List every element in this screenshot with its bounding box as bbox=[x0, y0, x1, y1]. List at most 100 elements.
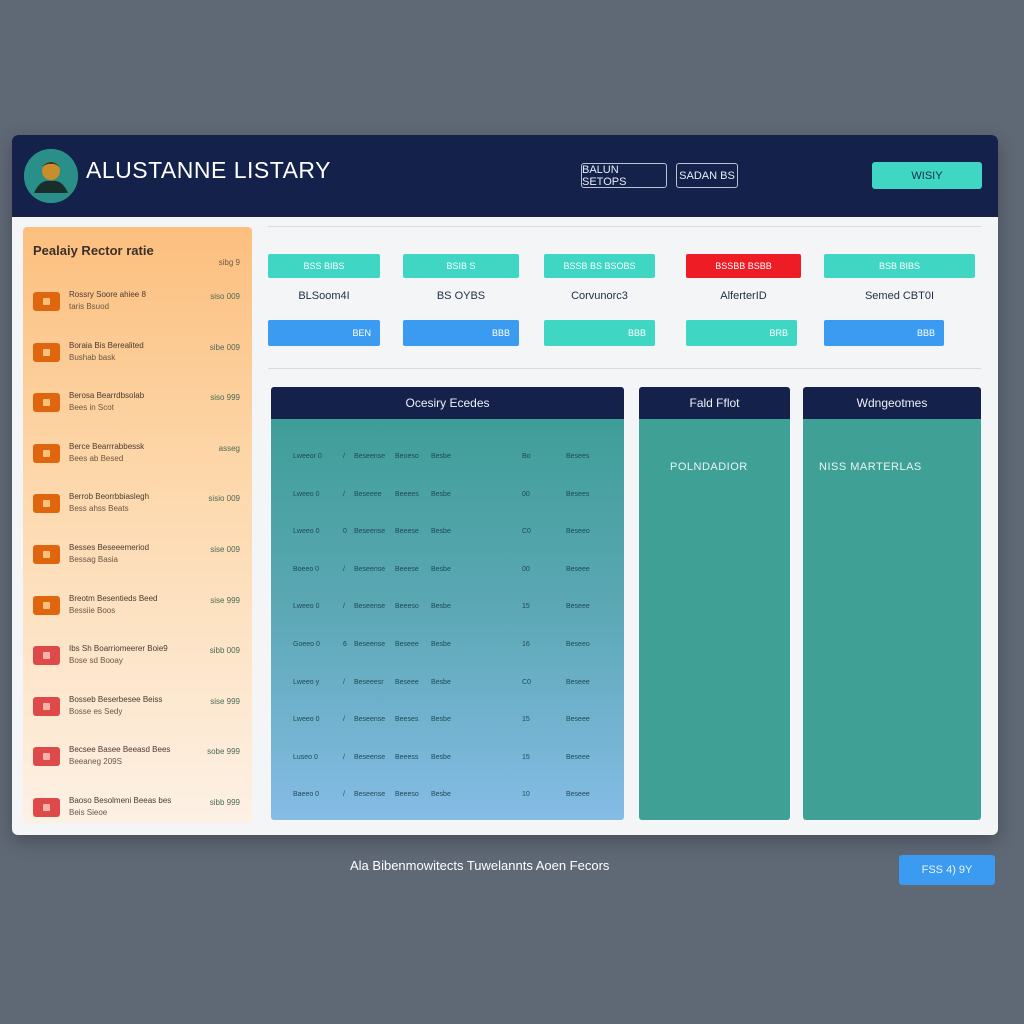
sidebar-item[interactable]: Berosa Bearrdbsolab Bees in Scot siso 999 bbox=[23, 391, 252, 427]
metric-label: Corvunorc3 bbox=[571, 290, 628, 302]
table-cell: / bbox=[343, 603, 345, 611]
table-cell: Beseee bbox=[566, 603, 590, 611]
table-cell: Besbe bbox=[431, 753, 451, 761]
header-cta-button[interactable]: WISIY bbox=[872, 162, 982, 189]
widgets-panel-title: Wdngeotmes bbox=[803, 387, 981, 419]
sidebar-item-value: sibe 009 bbox=[209, 342, 240, 352]
table-cell: Lweeo 0 bbox=[293, 528, 320, 536]
header-button-2[interactable]: SADAN BS bbox=[676, 163, 738, 188]
table-cell: Beseee bbox=[566, 791, 590, 799]
profile-panel-body: POLNDADIOR bbox=[639, 419, 790, 820]
table-cell: Lweeor 0 bbox=[293, 453, 322, 460]
table-cell: / bbox=[343, 678, 345, 686]
sidebar-item[interactable]: Berce Bearrrabbessk Bees ab Besed asseg bbox=[23, 442, 252, 478]
table-cell: / bbox=[343, 791, 345, 799]
document-icon bbox=[33, 747, 60, 767]
avatar[interactable] bbox=[24, 149, 78, 203]
sidebar-item-subtitle: Beeaneg 209S bbox=[69, 757, 122, 767]
metric-label: AlferterID bbox=[720, 290, 767, 302]
table-cell: 15 bbox=[522, 603, 530, 611]
sidebar-item-subtitle: Bess ahss Beats bbox=[69, 504, 129, 514]
table-cell: Beseee bbox=[566, 678, 590, 686]
table-cell: Besbe bbox=[431, 490, 451, 498]
sidebar-item-title: Boraia Bis Berealited bbox=[69, 340, 144, 350]
metric-label: BLSoom4I bbox=[298, 290, 350, 302]
metric-top-button[interactable]: BSIB S bbox=[403, 254, 519, 278]
metric-bottom-button[interactable]: BEN bbox=[268, 320, 380, 346]
app-window: ALUSTANNE LISTARY BALUN SETOPS SADAN BS … bbox=[12, 135, 998, 835]
table-cell: / bbox=[343, 753, 345, 761]
table-cell: Lweeo 0 bbox=[293, 490, 320, 498]
table-cell: 10 bbox=[522, 791, 530, 799]
table-cell: Besbe bbox=[431, 528, 451, 536]
history-panel: Ocesiry Ecedes Lweeor 0 / Beseense Beoeso Be… bbox=[271, 387, 624, 820]
sidebar-subtitle: sibg 9 bbox=[218, 258, 240, 267]
table-row[interactable]: Lweeo 0 0 Beseense Beeese Besbe C0 Beseeo bbox=[271, 528, 624, 542]
sidebar-item-value: sise 999 bbox=[210, 696, 240, 706]
table-row[interactable]: Lweeo 0 / Beseeee Beeees Besbe 00 Besees bbox=[271, 491, 624, 505]
metric-bottom-button[interactable]: BBB bbox=[403, 320, 519, 346]
table-cell: Beseense bbox=[354, 791, 386, 799]
sidebar-item-value: sisio 009 bbox=[208, 494, 240, 504]
table-row[interactable]: Lweeo 0 / Beseense Beeses Besbe 15 Beseee bbox=[271, 716, 624, 730]
table-cell: 0 bbox=[343, 528, 347, 536]
sidebar: Pealaiy Rector ratie sibg 9 Rossry Soore… bbox=[23, 227, 252, 823]
table-cell: Lweeo 0 bbox=[293, 716, 320, 724]
sidebar-item-value: sobe 999 bbox=[207, 747, 240, 757]
footer-button[interactable]: FSS 4) 9Y bbox=[899, 855, 995, 885]
sidebar-item[interactable]: Ibs Sh Boarriomeerer Boie9 Bose sd Booay s… bbox=[23, 644, 252, 680]
table-row[interactable]: Goeeo 0 6 Beseense Beseee Besbe 16 Beseeo bbox=[271, 641, 624, 655]
metric-bottom-button[interactable]: BBB bbox=[824, 320, 944, 346]
metric-bottom-button[interactable]: BBB bbox=[544, 320, 655, 346]
sidebar-item-value: asseg bbox=[218, 443, 240, 453]
sidebar-item-value: siso 999 bbox=[210, 393, 240, 403]
profile-panel: Fald Fflot POLNDADIOR bbox=[639, 387, 790, 820]
sidebar-item[interactable]: Becsee Basee Beeasd Bees Beeaneg 209S sobe… bbox=[23, 745, 252, 781]
table-cell: 00 bbox=[522, 565, 530, 573]
table-cell: Beeess bbox=[395, 753, 419, 761]
table-cell: Besbe bbox=[431, 453, 451, 460]
widgets-panel-text: NISS MARTERLAS bbox=[819, 461, 922, 473]
table-cell: 15 bbox=[522, 716, 530, 724]
app-header: ALUSTANNE LISTARY BALUN SETOPS SADAN BS … bbox=[12, 135, 998, 217]
sidebar-item-title: Breotm Besentieds Beed bbox=[69, 593, 158, 603]
table-cell: C0 bbox=[522, 528, 531, 536]
table-row[interactable]: Baeeo 0 / Beseense Beeeso Besbe 10 Beseee bbox=[271, 791, 624, 805]
table-row[interactable]: Luseo 0 / Beseense Beeess Besbe 15 Beseee bbox=[271, 754, 624, 768]
profile-panel-title: Fald Fflot bbox=[639, 387, 790, 419]
header-button-1[interactable]: BALUN SETOPS bbox=[581, 163, 667, 188]
sidebar-item[interactable]: Baoso Besolmeni Beeas bes Beis Sieoe sibb … bbox=[23, 796, 252, 832]
sidebar-item-subtitle: Bose sd Booay bbox=[69, 656, 123, 666]
sidebar-item-title: Bosseb Beserbesee Beiss bbox=[69, 694, 163, 704]
metric-top-button[interactable]: BSS BIBS bbox=[268, 254, 380, 278]
metric-label: Semed CBT0I bbox=[864, 290, 935, 302]
sidebar-item[interactable]: Bosseb Beserbesee Beiss Bosse es Sedy sise… bbox=[23, 695, 252, 731]
sidebar-item[interactable]: Boraia Bis Berealited Bushab bask sibe 009 bbox=[23, 341, 252, 377]
table-row[interactable]: Lweeo y / Beseeesr Beseee Besbe C0 Beseee bbox=[271, 679, 624, 693]
sidebar-item-title: Becsee Basee Beeasd Bees bbox=[69, 745, 171, 755]
sidebar-item-title: Ibs Sh Boarriomeerer Boie9 bbox=[69, 644, 168, 654]
metric-top-button[interactable]: BSSB BS BSOBS bbox=[544, 254, 655, 278]
document-icon bbox=[33, 393, 60, 413]
table-cell: Beseee bbox=[395, 678, 419, 686]
sidebar-item-value: siso 009 bbox=[210, 292, 240, 301]
sidebar-item[interactable]: Berrob Beorrbbiaslegh Bess ahss Beats sisi… bbox=[23, 492, 252, 528]
table-cell: Beseense bbox=[354, 641, 386, 648]
table-cell: Beseeee bbox=[354, 490, 382, 498]
metric-top-button[interactable]: BSB BIBS bbox=[824, 254, 975, 278]
metric-top-button[interactable]: BSSBB BSBB bbox=[686, 254, 801, 278]
table-cell: Beseee bbox=[566, 716, 590, 724]
sidebar-item[interactable]: Breotm Besentieds Beed Bessiie Boos sise 9… bbox=[23, 594, 252, 630]
sidebar-item[interactable]: Rossry Soore ahiee 8 taris Bsuod siso 009 bbox=[23, 290, 252, 326]
sidebar-title: Pealaiy Rector ratie bbox=[33, 243, 154, 258]
sidebar-item-title: Berrob Beorrbbiaslegh bbox=[69, 492, 150, 502]
table-cell: Goeeo 0 bbox=[293, 641, 320, 648]
metric-bottom-button[interactable]: BRB bbox=[686, 320, 797, 346]
table-row[interactable]: Lweeo 0 / Beseense Beeeso Besbe 15 Beseee bbox=[271, 603, 624, 617]
table-cell: Beoeso bbox=[395, 453, 419, 460]
sidebar-item-value: sise 999 bbox=[210, 595, 240, 605]
table-row[interactable]: Lweeor 0 / Beseense Beoeso Besbe Bo Besees bbox=[271, 453, 624, 467]
sidebar-item[interactable]: Besses Beseeemeriod Bessag Basia sise 009 bbox=[23, 543, 252, 579]
table-cell: / bbox=[343, 453, 345, 460]
table-row[interactable]: Boeeo 0 / Beseense Beeese Besbe 00 Beseee bbox=[271, 566, 624, 580]
